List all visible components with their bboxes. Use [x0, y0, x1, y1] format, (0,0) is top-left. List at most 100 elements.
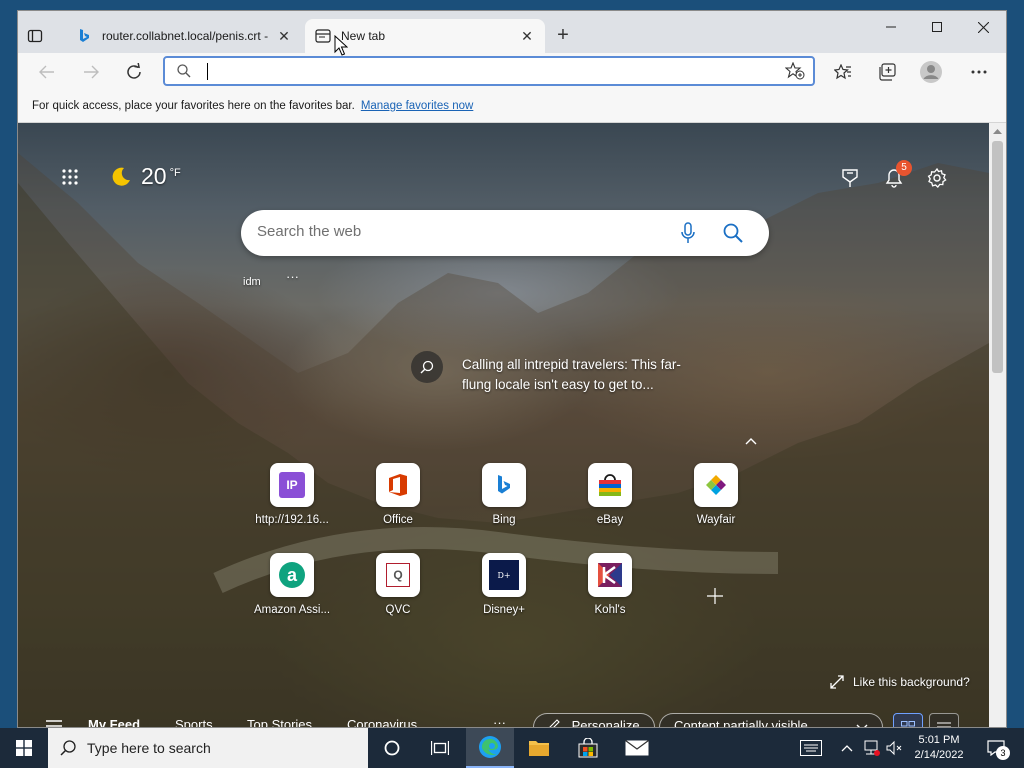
maximize-button[interactable]	[914, 11, 960, 43]
wayfair-icon	[694, 463, 738, 507]
kohls-icon	[588, 553, 632, 597]
image-caption[interactable]: Calling all intrepid travelers: This far…	[462, 355, 702, 395]
notifications-button[interactable]: 5	[884, 160, 912, 191]
mouse-cursor	[334, 35, 348, 56]
rewards-button[interactable]	[840, 168, 860, 191]
new-tab-button[interactable]: +	[551, 24, 575, 48]
quick-link-tile[interactable]: Kohl's	[562, 553, 658, 616]
collections-button[interactable]	[872, 57, 902, 87]
feed-menu-icon[interactable]	[46, 720, 62, 728]
like-background-label: Like this background?	[853, 675, 970, 689]
taskbar-file-explorer-button[interactable]	[515, 728, 563, 768]
cortana-button[interactable]	[368, 728, 416, 768]
taskbar-store-button[interactable]	[564, 728, 612, 768]
quick-link-label: Amazon Assi...	[253, 604, 331, 616]
content-visibility-dropdown[interactable]: Content partially visible	[659, 713, 883, 727]
manage-favorites-link[interactable]: Manage favorites now	[361, 100, 474, 112]
quick-link-tile[interactable]: Bing	[456, 463, 552, 526]
bing-favicon-icon	[76, 28, 92, 44]
back-arrow-icon	[39, 65, 54, 79]
apps-launcher-icon[interactable]	[62, 169, 78, 188]
quick-link-tile[interactable]: Wayfair	[668, 463, 764, 526]
clock-time: 5:01 PM	[918, 734, 960, 746]
page-scrollbar[interactable]	[989, 123, 1006, 727]
add-quick-link-button[interactable]	[700, 581, 730, 611]
taskbar-search-box[interactable]: Type here to search	[48, 728, 368, 768]
rewards-icon	[842, 169, 858, 187]
feed-more-button[interactable]: ···	[493, 715, 506, 727]
favorites-button[interactable]	[828, 57, 858, 87]
address-input[interactable]	[205, 63, 765, 81]
quick-link-tile[interactable]: IP http://192.16...	[244, 463, 340, 526]
show-hidden-icons-button[interactable]	[836, 728, 858, 768]
quick-link-label: http://192.16...	[255, 514, 329, 526]
start-button[interactable]	[0, 728, 48, 768]
personalize-button[interactable]: Personalize	[533, 713, 655, 728]
tab-close-icon[interactable]: ✕	[519, 28, 535, 45]
forward-button[interactable]	[76, 57, 106, 87]
search-submit-icon[interactable]	[723, 223, 743, 243]
taskbar-mail-button[interactable]	[613, 728, 661, 768]
qvc-icon: Q	[376, 553, 420, 597]
tab-actions-icon	[27, 29, 43, 42]
add-favorite-icon[interactable]	[785, 62, 805, 80]
tab-router-cert[interactable]: router.collabnet.local/penis.crt - ✕	[66, 19, 302, 53]
quick-link-tile[interactable]: D+ Disney+	[456, 553, 552, 616]
quick-link-label: Wayfair	[696, 514, 736, 526]
task-view-button[interactable]	[416, 728, 464, 768]
list-layout-button[interactable]	[929, 713, 959, 727]
quick-link-tile[interactable]: eBay	[562, 463, 658, 526]
moon-icon	[112, 167, 130, 186]
favorites-bar: For quick access, place your favorites h…	[18, 90, 1006, 123]
web-search-input[interactable]	[257, 223, 657, 240]
new-tab-page: 20 °F 5 idm ··· Calling all intrepid tra…	[18, 123, 989, 728]
close-window-button[interactable]	[960, 11, 1006, 43]
minimize-button[interactable]	[868, 11, 914, 43]
quick-link-tile[interactable]: Office	[350, 463, 446, 526]
amazon-assistant-icon: a	[270, 553, 314, 597]
profile-label[interactable]: idm	[243, 276, 261, 288]
weather-widget[interactable]: 20 °F	[110, 163, 181, 190]
tab-close-icon[interactable]: ✕	[276, 28, 292, 45]
feed-tab-top-stories[interactable]: Top Stories	[247, 717, 312, 727]
close-icon	[977, 21, 989, 33]
volume-button[interactable]	[884, 728, 906, 768]
taskbar-edge-button[interactable]	[466, 728, 514, 768]
refresh-button[interactable]	[119, 57, 149, 87]
quick-link-label: Bing	[492, 514, 516, 526]
speaker-muted-icon	[886, 740, 902, 756]
profile-more-button[interactable]: ···	[286, 269, 299, 284]
settings-more-button[interactable]	[964, 57, 994, 87]
microphone-icon[interactable]	[680, 222, 696, 244]
tab-actions-button[interactable]	[18, 18, 52, 53]
action-center-button[interactable]: 3	[976, 728, 1016, 768]
like-background-button[interactable]: Like this background?	[830, 675, 970, 689]
scrollbar-thumb[interactable]	[992, 141, 1003, 373]
web-search-box[interactable]	[241, 210, 769, 256]
windows-taskbar: Type here to search 5:01 PM 2/14/2022 3	[0, 728, 1024, 768]
network-status-button[interactable]	[860, 728, 882, 768]
address-bar[interactable]	[163, 56, 815, 86]
quick-link-tile[interactable]: a Amazon Assi...	[244, 553, 340, 616]
profile-button[interactable]	[916, 57, 946, 87]
input-indicator-button[interactable]	[796, 728, 826, 768]
feed-tab-my-feed[interactable]: My Feed	[88, 717, 140, 727]
collapse-chevron-up-icon[interactable]	[745, 437, 757, 445]
avatar-icon	[920, 61, 942, 83]
grid-layout-button[interactable]	[893, 713, 923, 727]
back-button[interactable]	[32, 57, 62, 87]
ebay-icon	[588, 463, 632, 507]
image-info-button[interactable]	[411, 351, 443, 383]
personalize-label: Personalize	[571, 718, 640, 728]
weather-unit: °F	[169, 167, 181, 179]
maximize-icon	[932, 22, 942, 32]
feed-tab-sports[interactable]: Sports	[175, 717, 213, 727]
scroll-up-arrow-icon[interactable]	[993, 128, 1002, 134]
page-settings-button[interactable]	[927, 167, 947, 191]
feed-tab-coronavirus[interactable]: Coronavirus	[347, 717, 417, 727]
clock[interactable]: 5:01 PM 2/14/2022	[908, 728, 970, 768]
favorites-bar-message: For quick access, place your favorites h…	[32, 100, 355, 112]
tab-title: router.collabnet.local/penis.crt -	[102, 29, 269, 43]
quick-link-tile[interactable]: Q QVC	[350, 553, 446, 616]
taskbar-search-placeholder: Type here to search	[87, 740, 211, 756]
